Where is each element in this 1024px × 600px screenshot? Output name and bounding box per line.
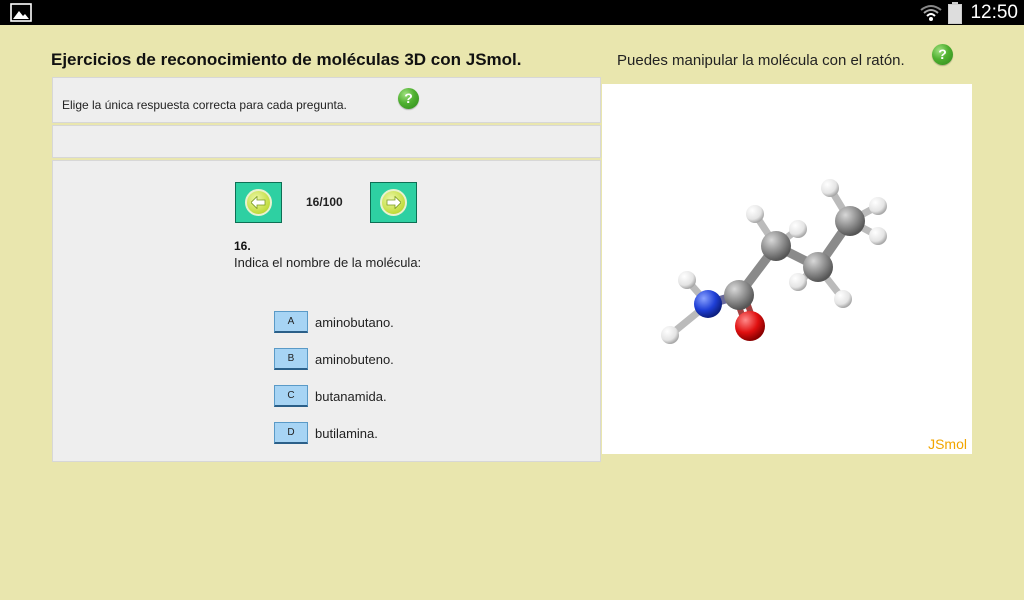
option-b-button[interactable]: B bbox=[274, 348, 308, 370]
atom-carbon bbox=[835, 206, 865, 236]
atom-hydrogen bbox=[678, 271, 696, 289]
question-text: Indica el nombre de la molécula: bbox=[234, 255, 422, 270]
question-counter: 16/100 bbox=[306, 195, 343, 209]
viewer-help-icon[interactable]: ? bbox=[932, 44, 953, 65]
status-bar: 12:50 bbox=[0, 0, 1024, 25]
atom-carbon bbox=[761, 231, 791, 261]
atom-oxygen bbox=[735, 311, 765, 341]
atom-nitrogen bbox=[694, 290, 722, 318]
atom-hydrogen bbox=[661, 326, 679, 344]
feedback-panel bbox=[52, 125, 601, 158]
atom-hydrogen bbox=[746, 205, 764, 223]
option-d-button[interactable]: D bbox=[274, 422, 308, 444]
arrow-left-icon bbox=[245, 189, 272, 216]
jsmol-watermark: JSmol bbox=[928, 436, 967, 452]
option-a-text: aminobutano. bbox=[315, 314, 394, 330]
question-number: 16. bbox=[234, 239, 251, 253]
option-c: C butanamida. bbox=[274, 385, 387, 407]
battery-icon bbox=[948, 1, 963, 24]
atom-hydrogen bbox=[789, 220, 807, 238]
option-c-button[interactable]: C bbox=[274, 385, 308, 407]
gallery-icon[interactable] bbox=[10, 3, 32, 22]
instructions-text: Elige la única respuesta correcta para c… bbox=[62, 98, 347, 112]
question-panel: 16/100 16. Indica el nombre de la molécu… bbox=[52, 160, 601, 462]
arrow-right-icon bbox=[380, 189, 407, 216]
status-right-group: 12:50 bbox=[920, 0, 1018, 25]
prev-button[interactable] bbox=[235, 182, 282, 223]
atom-hydrogen bbox=[869, 197, 887, 215]
atom-hydrogen bbox=[789, 273, 807, 291]
viewer-caption: Puedes manipular la molécula con el rató… bbox=[617, 52, 905, 69]
option-b-text: aminobuteno. bbox=[315, 351, 394, 367]
option-d: D butilamina. bbox=[274, 422, 378, 444]
option-a-button[interactable]: A bbox=[274, 311, 308, 333]
option-b: B aminobuteno. bbox=[274, 348, 394, 370]
option-c-text: butanamida. bbox=[315, 388, 387, 404]
next-button[interactable] bbox=[370, 182, 417, 223]
atom-carbon bbox=[724, 280, 754, 310]
atom-carbon bbox=[803, 252, 833, 282]
instructions-panel: Elige la única respuesta correcta para c… bbox=[52, 77, 601, 123]
molecule-model[interactable] bbox=[602, 84, 972, 454]
wifi-icon bbox=[920, 4, 943, 21]
molecule-viewer[interactable]: JSmol bbox=[602, 84, 972, 454]
page-title: Ejercicios de reconocimiento de molécula… bbox=[51, 50, 522, 69]
option-a: A aminobutano. bbox=[274, 311, 394, 333]
atom-hydrogen bbox=[869, 227, 887, 245]
option-d-text: butilamina. bbox=[315, 425, 378, 441]
clock: 12:50 bbox=[970, 1, 1018, 23]
atom-hydrogen bbox=[834, 290, 852, 308]
help-icon[interactable]: ? bbox=[398, 88, 419, 109]
atom-hydrogen bbox=[821, 179, 839, 197]
